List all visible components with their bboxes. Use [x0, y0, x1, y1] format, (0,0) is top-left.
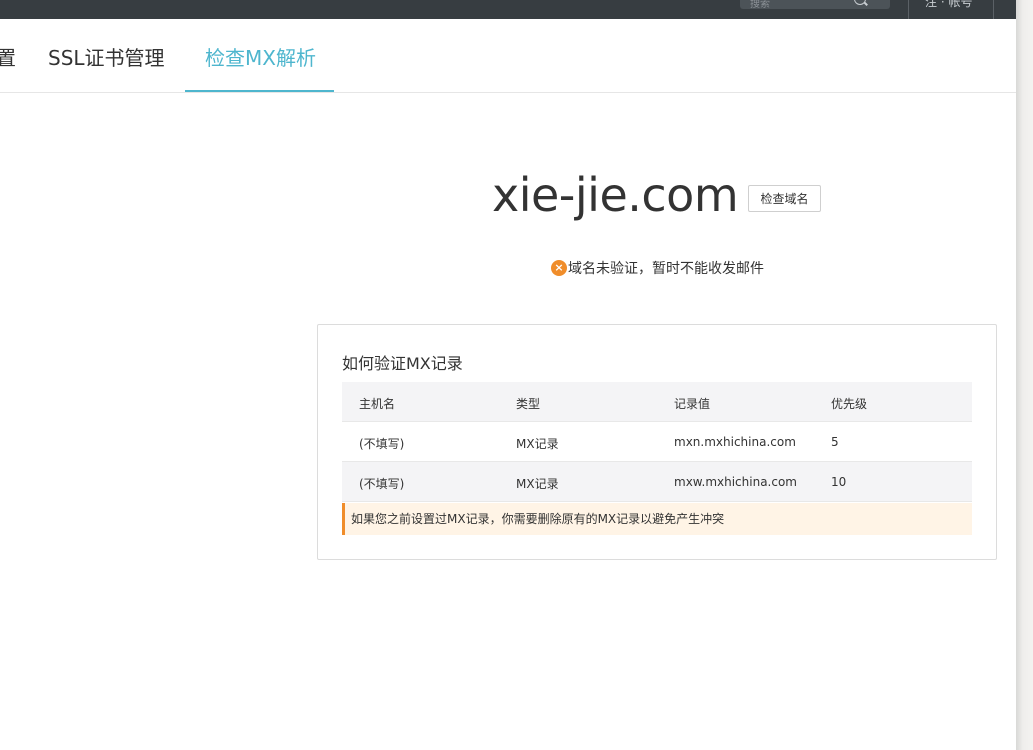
type-cell: MX记录: [516, 477, 559, 491]
column-header: 类型: [516, 397, 541, 411]
tab-settings[interactable]: 置: [0, 42, 16, 71]
domain-title: xie-jie.com: [492, 168, 739, 222]
search-placeholder: 搜索: [750, 0, 770, 10]
topbar-divider: [908, 0, 909, 19]
table-row: (不填写) MX记录 mxn.mxhichina.com 5: [342, 422, 972, 462]
table-header: 主机名 类型 记录值 优先级: [342, 382, 972, 422]
type-cell: MX记录: [516, 437, 559, 451]
topbar-divider: [993, 0, 994, 19]
user-menu[interactable]: 注 · 帐号: [925, 0, 972, 10]
tab-check-mx[interactable]: 检查MX解析: [205, 42, 316, 71]
priority-cell: 10: [831, 475, 847, 489]
card-title: 如何验证MX记录: [342, 354, 463, 373]
column-header: 优先级: [831, 397, 868, 411]
mx-table: 主机名 类型 记录值 优先级 (不填写) MX记录 mxn.mxhichina.…: [342, 382, 972, 502]
error-circle-icon: ×: [551, 260, 567, 276]
column-header: 记录值: [674, 397, 711, 411]
conflict-warning: 如果您之前设置过MX记录，你需要删除原有的MX记录以避免产生冲突: [342, 503, 972, 535]
search-icon[interactable]: [854, 0, 866, 5]
value-cell: mxw.mxhichina.com: [674, 475, 797, 489]
host-cell: (不填写): [359, 437, 405, 451]
table-row: (不填写) MX记录 mxw.mxhichina.com 10: [342, 462, 972, 502]
value-cell: mxn.mxhichina.com: [674, 435, 796, 449]
tab-bar: 置 SSL证书管理 检查MX解析: [0, 19, 1016, 93]
top-navbar: 搜索 注 · 帐号: [0, 0, 1016, 19]
check-domain-button[interactable]: 检查域名: [748, 185, 821, 212]
search-input[interactable]: 搜索: [740, 0, 890, 10]
domain-status: × 域名未验证，暂时不能收发邮件: [551, 258, 764, 278]
window-edge: [1016, 0, 1033, 750]
column-header: 主机名: [359, 397, 396, 411]
active-tab-indicator: [185, 90, 334, 92]
tab-ssl-certificate[interactable]: SSL证书管理: [48, 42, 165, 71]
mx-verification-card: 如何验证MX记录 主机名 类型 记录值 优先级 (不填写) MX记录 mxn.m…: [317, 324, 997, 560]
status-text: 域名未验证，暂时不能收发邮件: [568, 261, 764, 277]
host-cell: (不填写): [359, 477, 405, 491]
priority-cell: 5: [831, 435, 839, 449]
